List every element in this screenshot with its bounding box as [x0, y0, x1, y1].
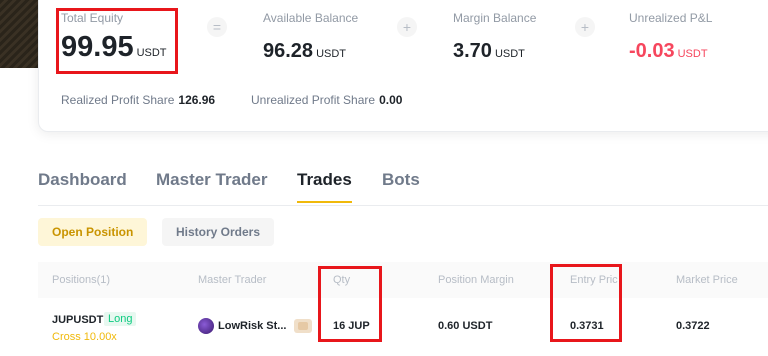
- unrealized-profit-share: Unrealized Profit Share 0.00: [251, 93, 402, 107]
- header-positions: Positions(1): [52, 274, 111, 286]
- unrealized-pnl-unit: USDT: [677, 48, 708, 60]
- plus-icon: +: [575, 17, 595, 37]
- unrealized-pnl-label: Unrealized P&L: [629, 11, 713, 25]
- header-qty: Qty: [333, 274, 351, 286]
- position-side-badge: Long: [104, 312, 137, 326]
- header-master-trader: Master Trader: [198, 274, 267, 286]
- available-balance-label: Available Balance: [263, 11, 359, 25]
- entry-price-value: 0.3731: [570, 320, 604, 332]
- unrealized-profit-share-label: Unrealized Profit Share: [251, 93, 376, 107]
- available-balance-value: 96.28: [263, 40, 314, 62]
- tab-master-trader[interactable]: Master Trader: [156, 170, 268, 190]
- decorative-banner-strip: [0, 0, 80, 68]
- position-margin-value: 0.60 USDT: [438, 320, 493, 332]
- total-equity-unit: USDT: [136, 47, 167, 59]
- total-equity-label: Total Equity: [61, 11, 124, 25]
- table-row[interactable]: JUPUSDT Long Cross 10.00x LowRisk St... …: [38, 298, 768, 356]
- header-position-margin: Position Margin: [438, 274, 514, 286]
- open-position-button[interactable]: Open Position: [38, 218, 148, 246]
- plus-icon: +: [397, 17, 417, 37]
- copy-trade-icon: [294, 319, 313, 333]
- realized-profit-share: Realized Profit Share 126.96: [61, 93, 215, 107]
- master-trader-name: LowRisk St...: [218, 320, 287, 332]
- margin-balance-unit: USDT: [494, 48, 525, 60]
- realized-profit-share-label: Realized Profit Share: [61, 93, 175, 107]
- history-orders-button[interactable]: History Orders: [162, 218, 275, 246]
- position-symbol: JUPUSDT: [52, 314, 104, 326]
- equals-icon: =: [207, 17, 227, 37]
- margin-balance-label: Margin Balance: [453, 11, 537, 25]
- header-market-price: Market Price: [676, 274, 738, 286]
- tab-trades[interactable]: Trades: [297, 170, 352, 203]
- unrealized-profit-share-value: 0.00: [379, 93, 403, 107]
- margin-mode: Cross 10.00x: [52, 331, 117, 343]
- realized-profit-share-value: 126.96: [178, 93, 216, 107]
- total-equity-value: 99.95: [61, 31, 134, 63]
- trader-avatar: [198, 318, 214, 334]
- tab-bots[interactable]: Bots: [382, 170, 420, 190]
- tab-dashboard[interactable]: Dashboard: [38, 170, 127, 190]
- account-summary-card: Total Equity 99.95 USDT = Available Balan…: [38, 0, 768, 132]
- positions-table-header: Positions(1) Master Trader Qty Position …: [38, 262, 768, 298]
- position-qty: 16 JUP: [333, 320, 370, 332]
- tabs-divider: [38, 205, 768, 206]
- available-balance-unit: USDT: [316, 48, 347, 60]
- margin-balance-value: 3.70: [453, 40, 492, 62]
- master-trader-cell[interactable]: LowRisk St...: [198, 318, 313, 334]
- unrealized-pnl-value: -0.03: [629, 40, 675, 62]
- market-price-value: 0.3722: [676, 320, 710, 332]
- header-entry-price: Entry Pric: [570, 274, 618, 286]
